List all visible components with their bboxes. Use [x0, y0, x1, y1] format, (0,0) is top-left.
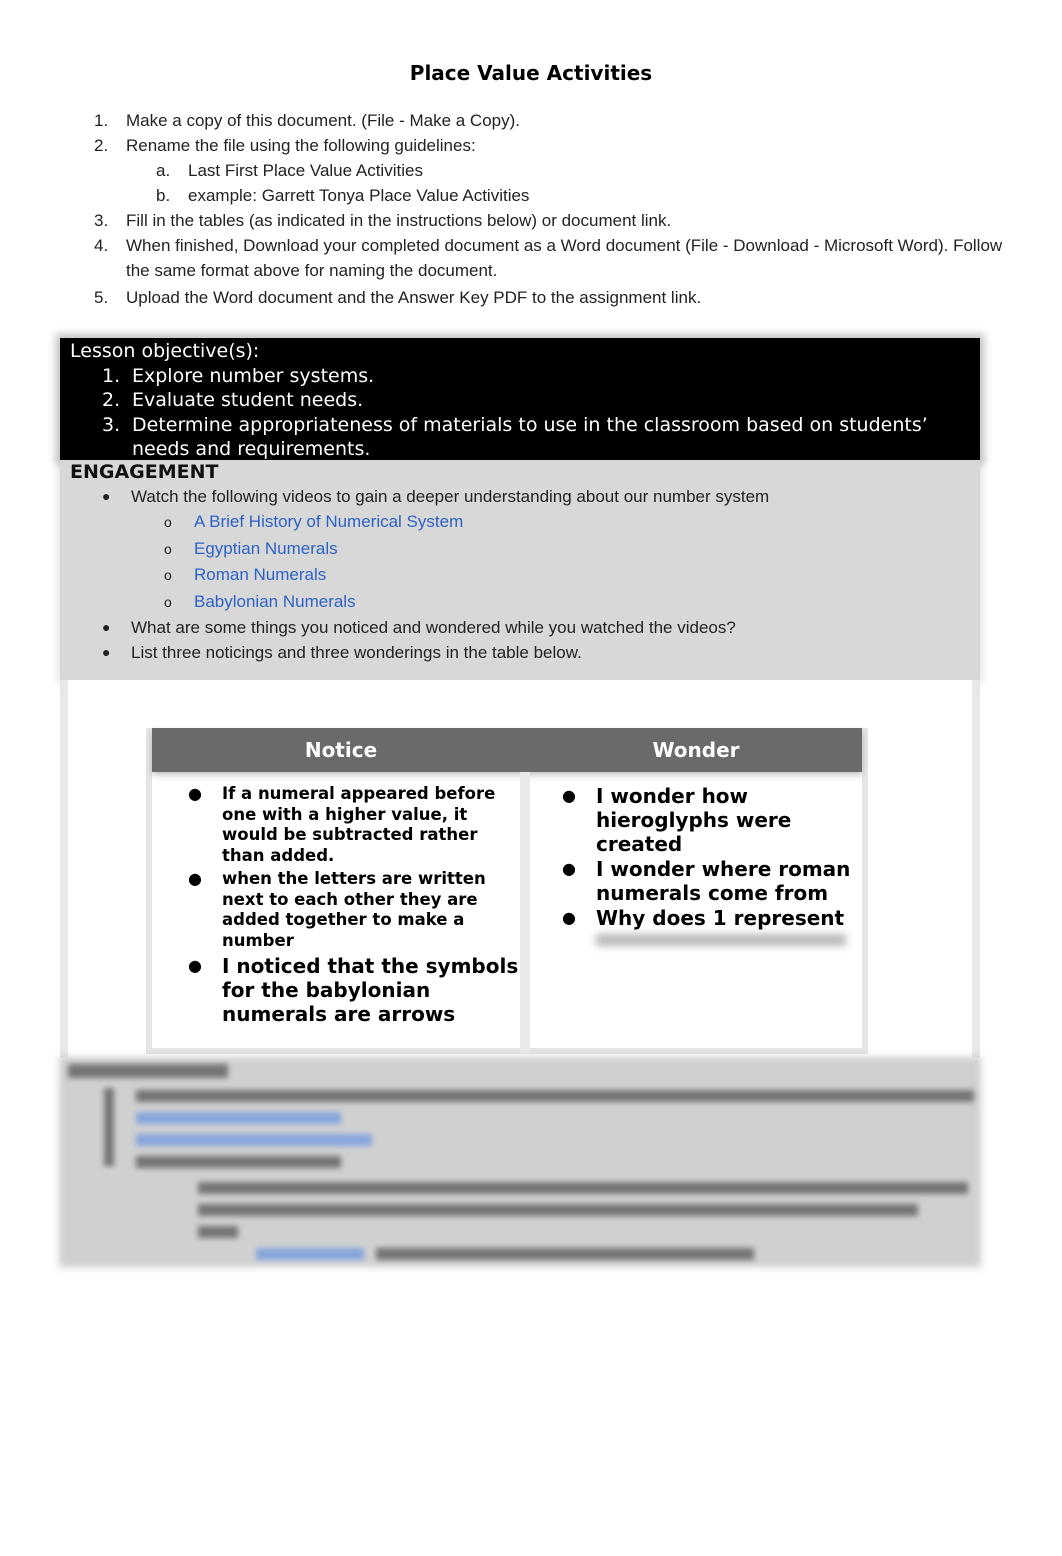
instruction-item: 3. Fill in the tables (as indicated in t…: [94, 208, 1004, 233]
video-link-roman-numerals[interactable]: Roman Numerals: [194, 562, 326, 589]
instruction-text: Fill in the tables (as indicated in the …: [126, 211, 672, 230]
instruction-item: 5. Upload the Word document and the Answ…: [94, 285, 1004, 310]
wonder-item: ● I wonder how hieroglyphs were created: [562, 784, 862, 856]
bullet-icon: ●: [188, 956, 202, 975]
sub-bullet-icon: o: [164, 567, 172, 583]
bullet-icon: ●: [102, 488, 111, 504]
bullet-icon: ●: [562, 786, 576, 805]
bullet-icon: ●: [102, 644, 111, 660]
wonder-column-header: Wonder: [652, 738, 740, 762]
video-link-item: o Egyptian Numerals: [70, 536, 970, 563]
blurred-text: [596, 934, 846, 946]
instruction-item: 1. Make a copy of this document. (File -…: [94, 108, 1004, 133]
wonder-cell[interactable]: ● I wonder how hieroglyphs were created …: [530, 772, 862, 1054]
engagement-section: ENGAGEMENT ● Watch the following videos …: [60, 460, 980, 680]
wonder-text: I wonder how hieroglyphs were created: [596, 784, 792, 856]
blurred-text: [136, 1090, 974, 1102]
notice-cell[interactable]: ● If a numeral appeared before one with …: [152, 772, 530, 1054]
notice-item: ● If a numeral appeared before one with …: [188, 784, 520, 866]
objective-text: Determine appropriateness of materials t…: [132, 413, 928, 461]
wonder-item: ● Why does 1 represent: [562, 906, 862, 930]
notice-item: ● when the letters are written next to e…: [188, 869, 520, 951]
bullet-icon: ●: [102, 619, 111, 635]
instruction-text: Make a copy of this document. (File - Ma…: [126, 111, 520, 130]
notice-text: I noticed that the symbols for the babyl…: [222, 954, 519, 1026]
objective-text: Explore number systems.: [132, 364, 375, 387]
list-number: 3.: [94, 211, 109, 230]
table-body-row: ● If a numeral appeared before one with …: [152, 772, 862, 1054]
notice-text: when the letters are written next to eac…: [222, 869, 486, 950]
bullet-icon: ●: [188, 784, 202, 803]
list-number: 5.: [94, 288, 109, 307]
blurred-text: [198, 1182, 968, 1194]
table-header-row: Notice Wonder: [152, 728, 862, 772]
instruction-text: Upload the Word document and the Answer …: [126, 288, 702, 307]
list-number: 3.: [102, 413, 121, 436]
document-title: Place Value Activities: [409, 61, 653, 85]
video-link-item: o A Brief History of Numerical System: [70, 509, 970, 536]
instruction-text: Last First Place Value Activities: [188, 161, 423, 180]
list-number: 1.: [94, 111, 109, 130]
instruction-item: 4. When finished, Download your complete…: [94, 233, 1004, 283]
blurred-bullets: [104, 1088, 114, 1166]
list-number: 1.: [102, 364, 121, 387]
video-link-egyptian-numerals[interactable]: Egyptian Numerals: [194, 536, 338, 563]
instructions-list: 1. Make a copy of this document. (File -…: [94, 108, 1004, 310]
list-number: 2.: [102, 389, 121, 411]
notice-item: ● I noticed that the symbols for the bab…: [188, 954, 520, 1026]
blurred-text: [198, 1204, 918, 1216]
engagement-bullet: ● What are some things you noticed and w…: [70, 615, 970, 640]
objectives-heading: Lesson objective(s):: [70, 340, 260, 362]
wonder-item: ● I wonder where roman numerals come fro…: [562, 857, 862, 905]
bullet-icon: ●: [188, 869, 202, 888]
engagement-bullet: ● Watch the following videos to gain a d…: [70, 484, 970, 509]
blurred-text: [198, 1226, 238, 1238]
bullet-icon: ●: [562, 908, 576, 927]
objective-item: 2. Evaluate student needs.: [70, 388, 970, 413]
list-number: 4.: [94, 236, 109, 255]
wonder-text: Why does 1 represent: [596, 906, 845, 930]
objective-item: 1. Explore number systems.: [70, 364, 970, 389]
notice-column-header: Notice: [304, 738, 378, 762]
video-link-babylonian-numerals[interactable]: Babylonian Numerals: [194, 589, 356, 616]
notice-text: If a numeral appeared before one with a …: [222, 784, 496, 865]
bullet-text: List three noticings and three wondering…: [131, 643, 582, 662]
blurred-link: [136, 1112, 341, 1124]
objective-text: Evaluate student needs.: [132, 389, 364, 411]
blurred-text: [136, 1156, 341, 1168]
blurred-heading: [68, 1064, 228, 1078]
instruction-text: example: Garrett Tonya Place Value Activ…: [188, 186, 530, 205]
instruction-text: When finished, Download your completed d…: [126, 236, 1003, 280]
list-letter: b.: [156, 186, 171, 205]
bullet-icon: ●: [562, 859, 576, 878]
instruction-item: 2. Rename the file using the following g…: [94, 133, 1004, 158]
video-link-brief-history[interactable]: A Brief History of Numerical System: [194, 509, 463, 536]
blurred-link: [136, 1134, 372, 1146]
lesson-objectives-box: Lesson objective(s): 1. Explore number s…: [60, 338, 980, 460]
instruction-subitem: b. example: Garrett Tonya Place Value Ac…: [94, 183, 1004, 208]
engagement-heading: ENGAGEMENT: [70, 461, 219, 483]
sub-bullet-icon: o: [164, 514, 172, 530]
video-link-item: o Babylonian Numerals: [70, 589, 970, 616]
notice-wonder-table: Notice Wonder ● If a numeral appeared be…: [146, 728, 868, 1054]
wonder-text: I wonder where roman numerals come from: [596, 857, 851, 905]
bullet-text: Watch the following videos to gain a dee…: [131, 487, 770, 506]
blurred-link: [256, 1248, 364, 1260]
engagement-bullet: ● List three noticings and three wonderi…: [70, 640, 970, 665]
video-link-item: o Roman Numerals: [70, 562, 970, 589]
sub-bullet-icon: o: [164, 593, 172, 610]
bullet-text: What are some things you noticed and won…: [131, 618, 736, 637]
blurred-preview-section: [60, 1058, 980, 1266]
instruction-subitem: a. Last First Place Value Activities: [94, 158, 1004, 183]
blurred-text: [376, 1248, 754, 1260]
list-letter: a.: [156, 161, 171, 180]
objective-item: 3. Determine appropriateness of material…: [70, 413, 970, 462]
instruction-text: Rename the file using the following guid…: [126, 136, 476, 155]
sub-bullet-icon: o: [164, 540, 172, 557]
list-number: 2.: [94, 136, 109, 155]
